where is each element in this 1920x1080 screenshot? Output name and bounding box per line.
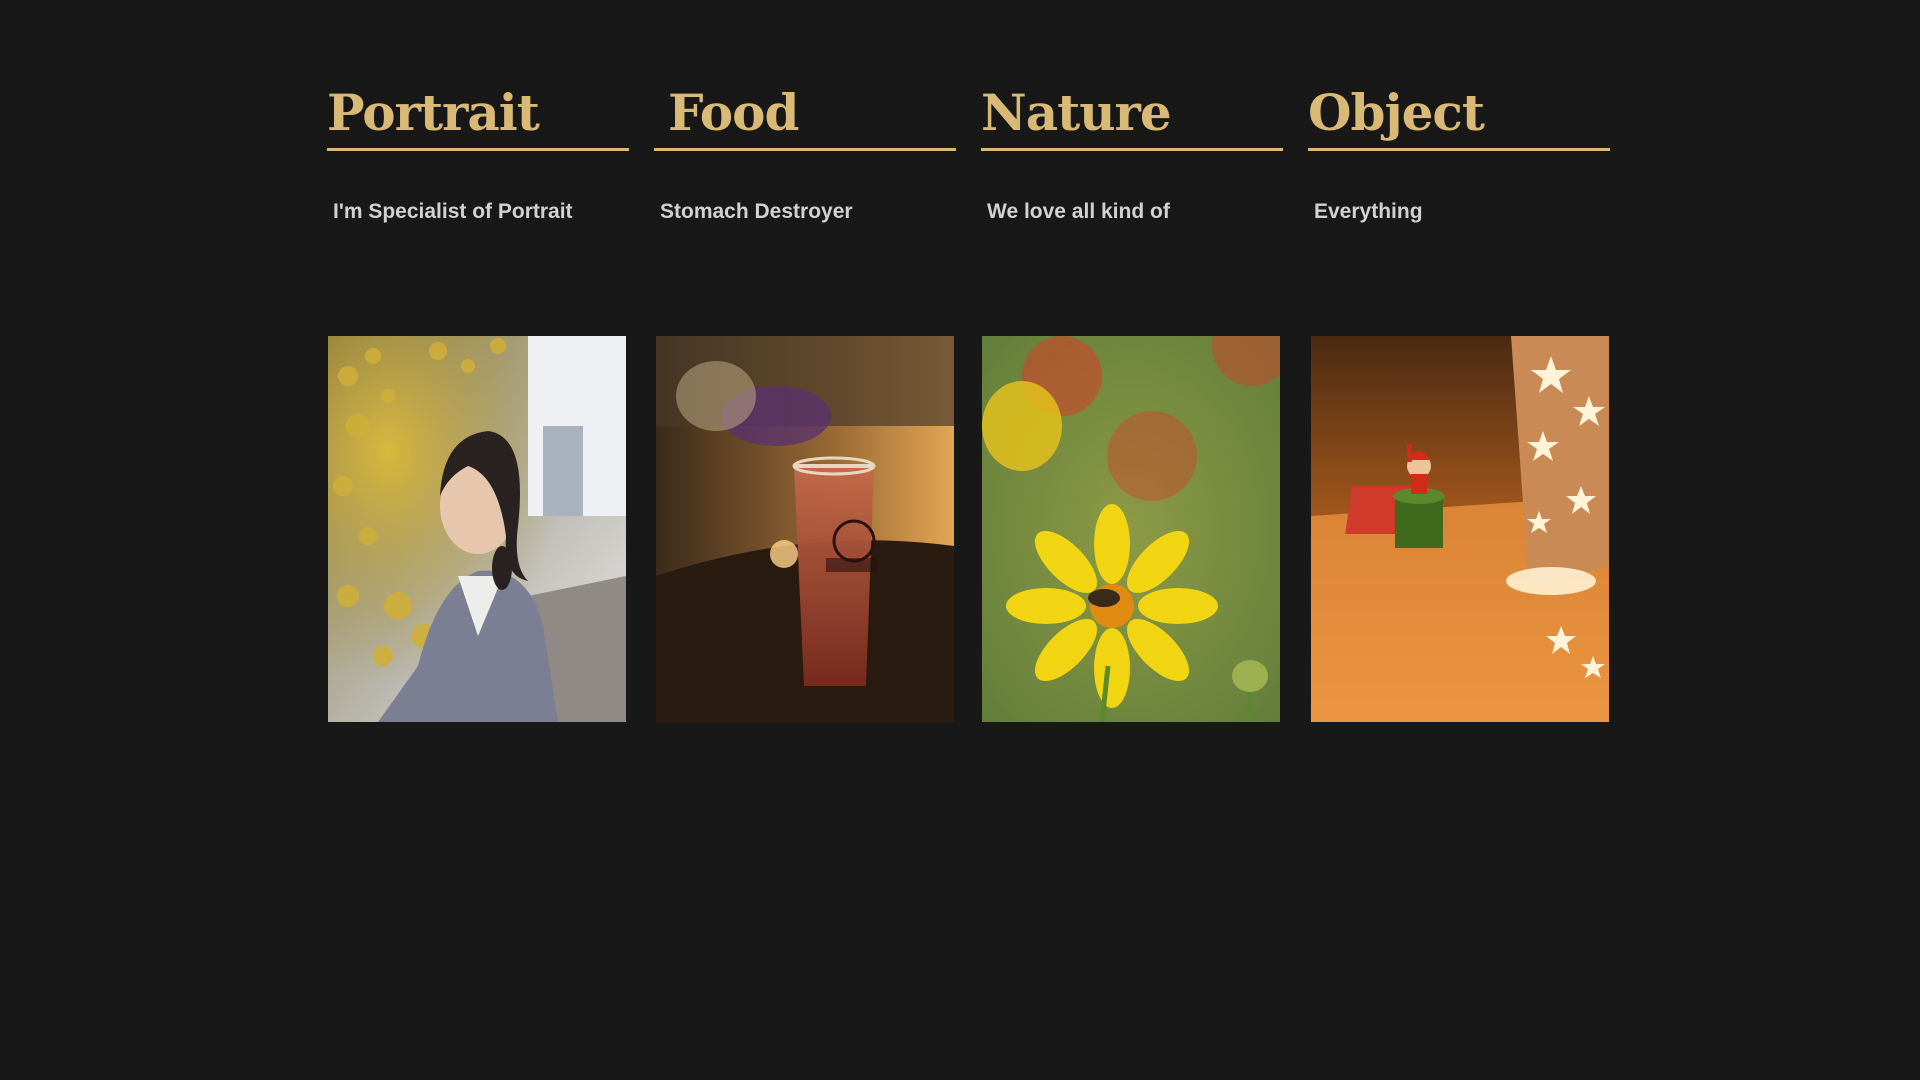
title-underline [981, 148, 1283, 151]
category-food[interactable]: Food Stomach Destroyer [654, 78, 956, 722]
food-photo[interactable] [656, 336, 954, 722]
category-subtitle: Stomach Destroyer [660, 200, 853, 223]
gallery-page: Portrait I'm Specialist of Portrait Food… [0, 0, 1920, 1080]
category-title: Object [1308, 83, 1485, 142]
title-underline [327, 148, 629, 151]
object-photo[interactable] [1311, 336, 1609, 722]
title-underline [1308, 148, 1610, 151]
category-subtitle: I'm Specialist of Portrait [333, 200, 573, 223]
category-subtitle: Everything [1314, 200, 1423, 223]
portrait-photo[interactable] [328, 336, 626, 722]
category-subtitle: We love all kind of [987, 200, 1170, 223]
category-portrait[interactable]: Portrait I'm Specialist of Portrait [327, 78, 629, 722]
category-title: Food [668, 83, 799, 142]
category-object[interactable]: Object Everything [1308, 78, 1610, 722]
category-title: Portrait [327, 83, 540, 142]
category-title: Nature [981, 83, 1172, 142]
title-underline [654, 148, 956, 151]
nature-photo[interactable] [982, 336, 1280, 722]
category-nature[interactable]: Nature We love all kind of [981, 78, 1283, 722]
